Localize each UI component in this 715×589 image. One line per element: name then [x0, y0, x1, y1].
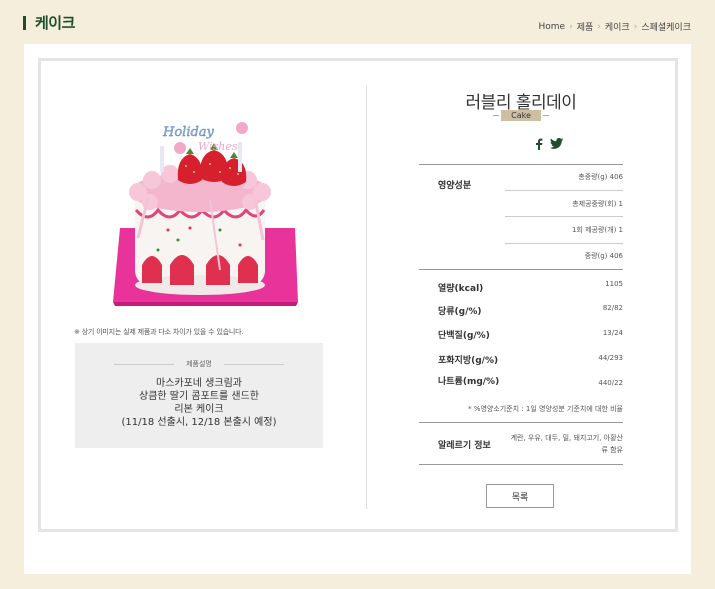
page-header: 케이크 Home › 제품 › 케이크 › 스페셜케이크	[0, 0, 715, 44]
size-weight: 중량(g) 406	[584, 252, 623, 260]
description-box: 제품설명 마스카포네 생크림과 상큼한 딸기 콤포트를 샌드한 리본 케이크 (…	[75, 343, 323, 448]
size-rule	[505, 190, 623, 191]
breadcrumb-products[interactable]: 제품	[577, 20, 594, 33]
facebook-icon[interactable]	[535, 138, 543, 150]
nutrition-rule	[419, 269, 623, 270]
column-divider	[366, 86, 367, 509]
allergen-value: 계란, 우유, 대두, 밀, 돼지고기, 아황산류 함유	[510, 434, 623, 454]
badge-dash	[493, 114, 500, 116]
nutrient-label: 단백질(g/%)	[438, 331, 490, 341]
nutrient-value: 440/22	[598, 379, 623, 387]
description-text: 마스카포네 생크림과 상큼한 딸기 콤포트를 샌드한 리본 케이크 (11/18…	[121, 378, 277, 428]
breadcrumb-home[interactable]: Home	[539, 22, 566, 32]
nutrition-note: * %영양소기준치 : 1일 영양성분 기준치에 대한 비율	[468, 405, 623, 413]
social-share	[535, 138, 563, 150]
twitter-icon[interactable]	[550, 138, 563, 150]
nutrient-label: 포화지방(g/%)	[438, 356, 499, 366]
list-button[interactable]: 목록	[486, 484, 554, 508]
allergen-top-rule	[419, 422, 623, 423]
category-label: Cake	[501, 109, 541, 121]
nutrient-value: 82/82	[602, 304, 623, 312]
svg-text:Wishes: Wishes	[198, 140, 238, 153]
category-badge: Cake	[492, 109, 550, 121]
nutrient-value: 13/24	[602, 329, 623, 337]
breadcrumb: Home › 제품 › 케이크 › 스페셜케이크	[539, 20, 692, 34]
title-marker	[23, 16, 26, 30]
chevron-right-icon: ›	[633, 21, 638, 32]
allergen-bottom-rule	[419, 464, 623, 465]
nutrition-label: 영양성분	[438, 181, 472, 191]
page-title: 케이크	[35, 14, 75, 32]
size-rule	[505, 216, 623, 217]
allergen-label: 알레르기 정보	[438, 441, 491, 451]
breadcrumb-special-cake[interactable]: 스페셜케이크	[641, 20, 691, 33]
product-image: Holiday Wishes	[70, 80, 300, 325]
size-total-weight: 총중량(g) 406	[578, 173, 623, 181]
nutrient-label: 당류(g/%)	[438, 307, 482, 317]
nutrient-value: 1105	[605, 280, 623, 288]
chevron-right-icon: ›	[597, 21, 601, 32]
size-serving-count: 1회 제공량(개) 1	[571, 226, 623, 234]
nutrient-value: 44/293	[598, 354, 623, 362]
badge-dash	[542, 114, 549, 116]
description-heading: 제품설명	[75, 359, 323, 369]
size-servings: 총제공중량(회) 1	[572, 200, 623, 208]
size-rule	[505, 243, 623, 244]
nutrient-label: 나트륨(mg/%)	[438, 377, 500, 387]
image-notice: ※ 상기 이미지는 실제 제품과 다소 차이가 있을 수 있습니다.	[74, 328, 244, 336]
svg-text:Holiday: Holiday	[162, 125, 215, 140]
nutrient-label: 열량(kcal)	[438, 284, 484, 294]
table-top-rule	[419, 164, 623, 165]
breadcrumb-cake[interactable]: 케이크	[605, 20, 630, 33]
chevron-right-icon: ›	[569, 21, 573, 32]
